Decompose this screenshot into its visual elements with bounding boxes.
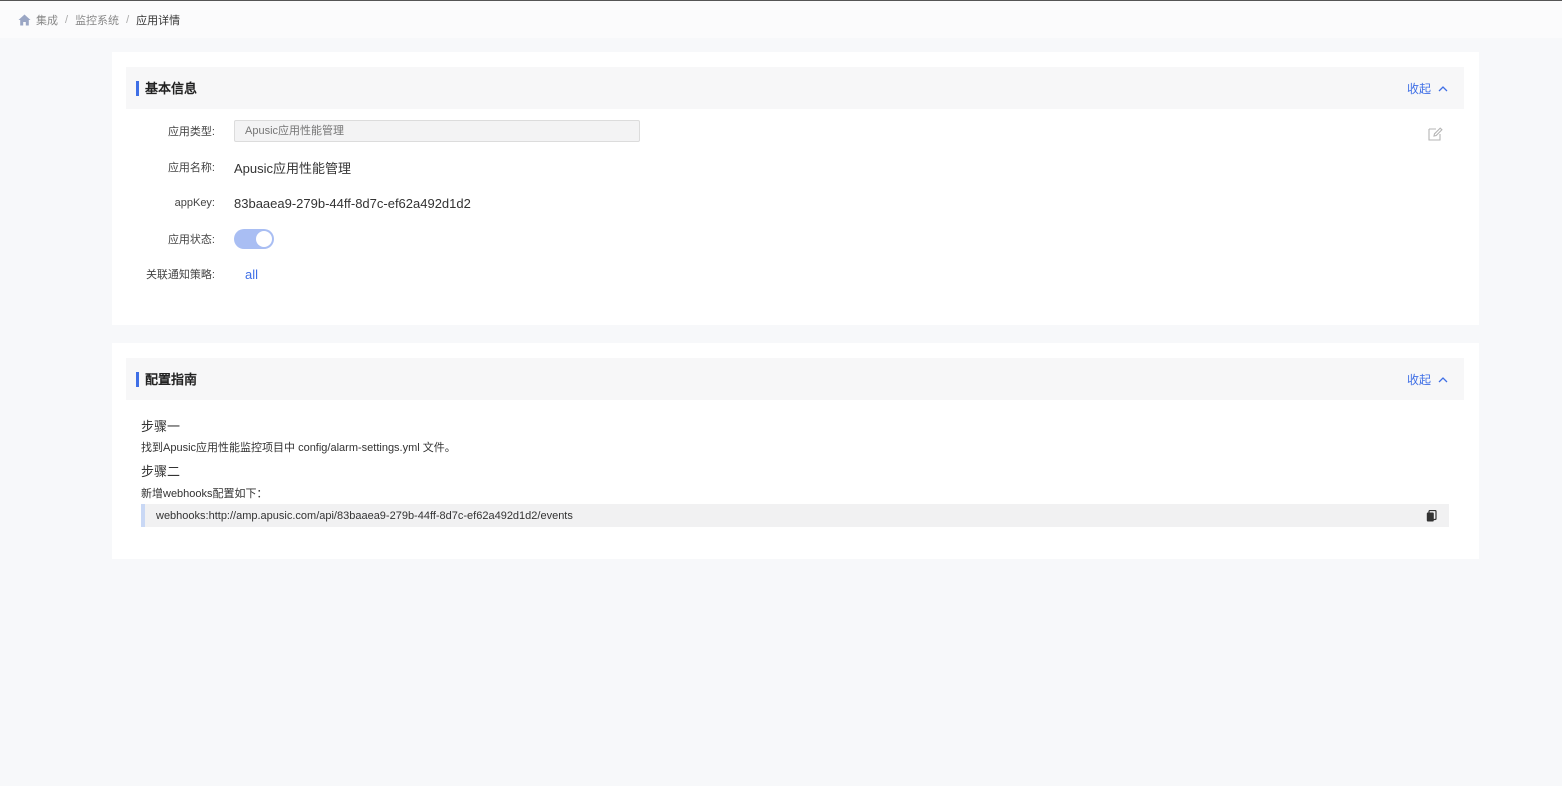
basic-info-header: 基本信息 收起 — [126, 67, 1464, 109]
policy-link[interactable]: all — [245, 267, 258, 282]
webhook-code-block: webhooks:http://amp.apusic.com/api/83baa… — [141, 504, 1449, 527]
home-icon[interactable] — [18, 14, 31, 26]
app-name-label: 应用名称: — [167, 162, 215, 174]
breadcrumb-item-integration[interactable]: 集成 — [36, 12, 58, 28]
appkey-value: 83baaea9-279b-44ff-8d7c-ef62a492d1d2 — [234, 195, 471, 211]
breadcrumb: 集成 / 监控系统 / 应用详情 — [18, 12, 180, 28]
app-status-toggle[interactable] — [234, 229, 274, 249]
app-name-row: 应用名称: Apusic应用性能管理 — [112, 158, 351, 176]
config-guide-title: 配置指南 — [136, 371, 197, 387]
app-type-input[interactable] — [234, 120, 640, 142]
config-guide-collapse-button[interactable]: 收起 — [1407, 371, 1448, 388]
appkey-label: appKey: — [174, 197, 215, 209]
toggle-knob — [256, 231, 272, 247]
chevron-up-icon — [1438, 376, 1448, 382]
appkey-row: appKey: 83baaea9-279b-44ff-8d7c-ef62a492… — [112, 194, 471, 212]
basic-info-collapse-button[interactable]: 收起 — [1407, 80, 1448, 97]
breadcrumb-separator: / — [65, 13, 69, 26]
basic-info-card: 基本信息 收起 应用类型: 应用名称: Apusic应用性能管理 appKey:… — [112, 52, 1479, 325]
app-name-value: Apusic应用性能管理 — [234, 160, 352, 176]
config-guide-card: 配置指南 收起 步骤一 找到Apusic应用性能监控项目中 config/ala… — [112, 343, 1479, 559]
breadcrumb-item-monitor-system[interactable]: 监控系统 — [75, 12, 119, 28]
collapse-label: 收起 — [1406, 81, 1431, 96]
policy-label: 关联通知策略: — [145, 269, 215, 281]
breadcrumb-item-app-detail: 应用详情 — [136, 14, 181, 27]
app-type-label: 应用类型: — [167, 126, 215, 138]
edit-icon[interactable] — [1427, 126, 1443, 142]
step2-title: 步骤二 — [141, 464, 181, 479]
breadcrumb-separator: / — [126, 13, 130, 26]
top-bar: 集成 / 监控系统 / 应用详情 — [0, 0, 1562, 38]
step1-text: 找到Apusic应用性能监控项目中 config/alarm-settings.… — [141, 442, 456, 454]
config-guide-header: 配置指南 收起 — [126, 358, 1464, 400]
basic-info-title: 基本信息 — [136, 80, 197, 96]
step2-text: 新增webhooks配置如下： — [141, 488, 268, 500]
app-type-row: 应用类型: — [112, 120, 640, 142]
chevron-up-icon — [1438, 85, 1448, 91]
step1-title: 步骤一 — [141, 419, 181, 434]
copy-icon[interactable] — [1426, 509, 1437, 522]
app-status-label: 应用状态: — [167, 234, 215, 246]
webhook-code[interactable]: webhooks:http://amp.apusic.com/api/83baa… — [156, 510, 573, 522]
policy-row: 关联通知策略: all — [112, 265, 258, 283]
app-status-row: 应用状态: — [112, 228, 274, 250]
collapse-label: 收起 — [1406, 372, 1431, 387]
